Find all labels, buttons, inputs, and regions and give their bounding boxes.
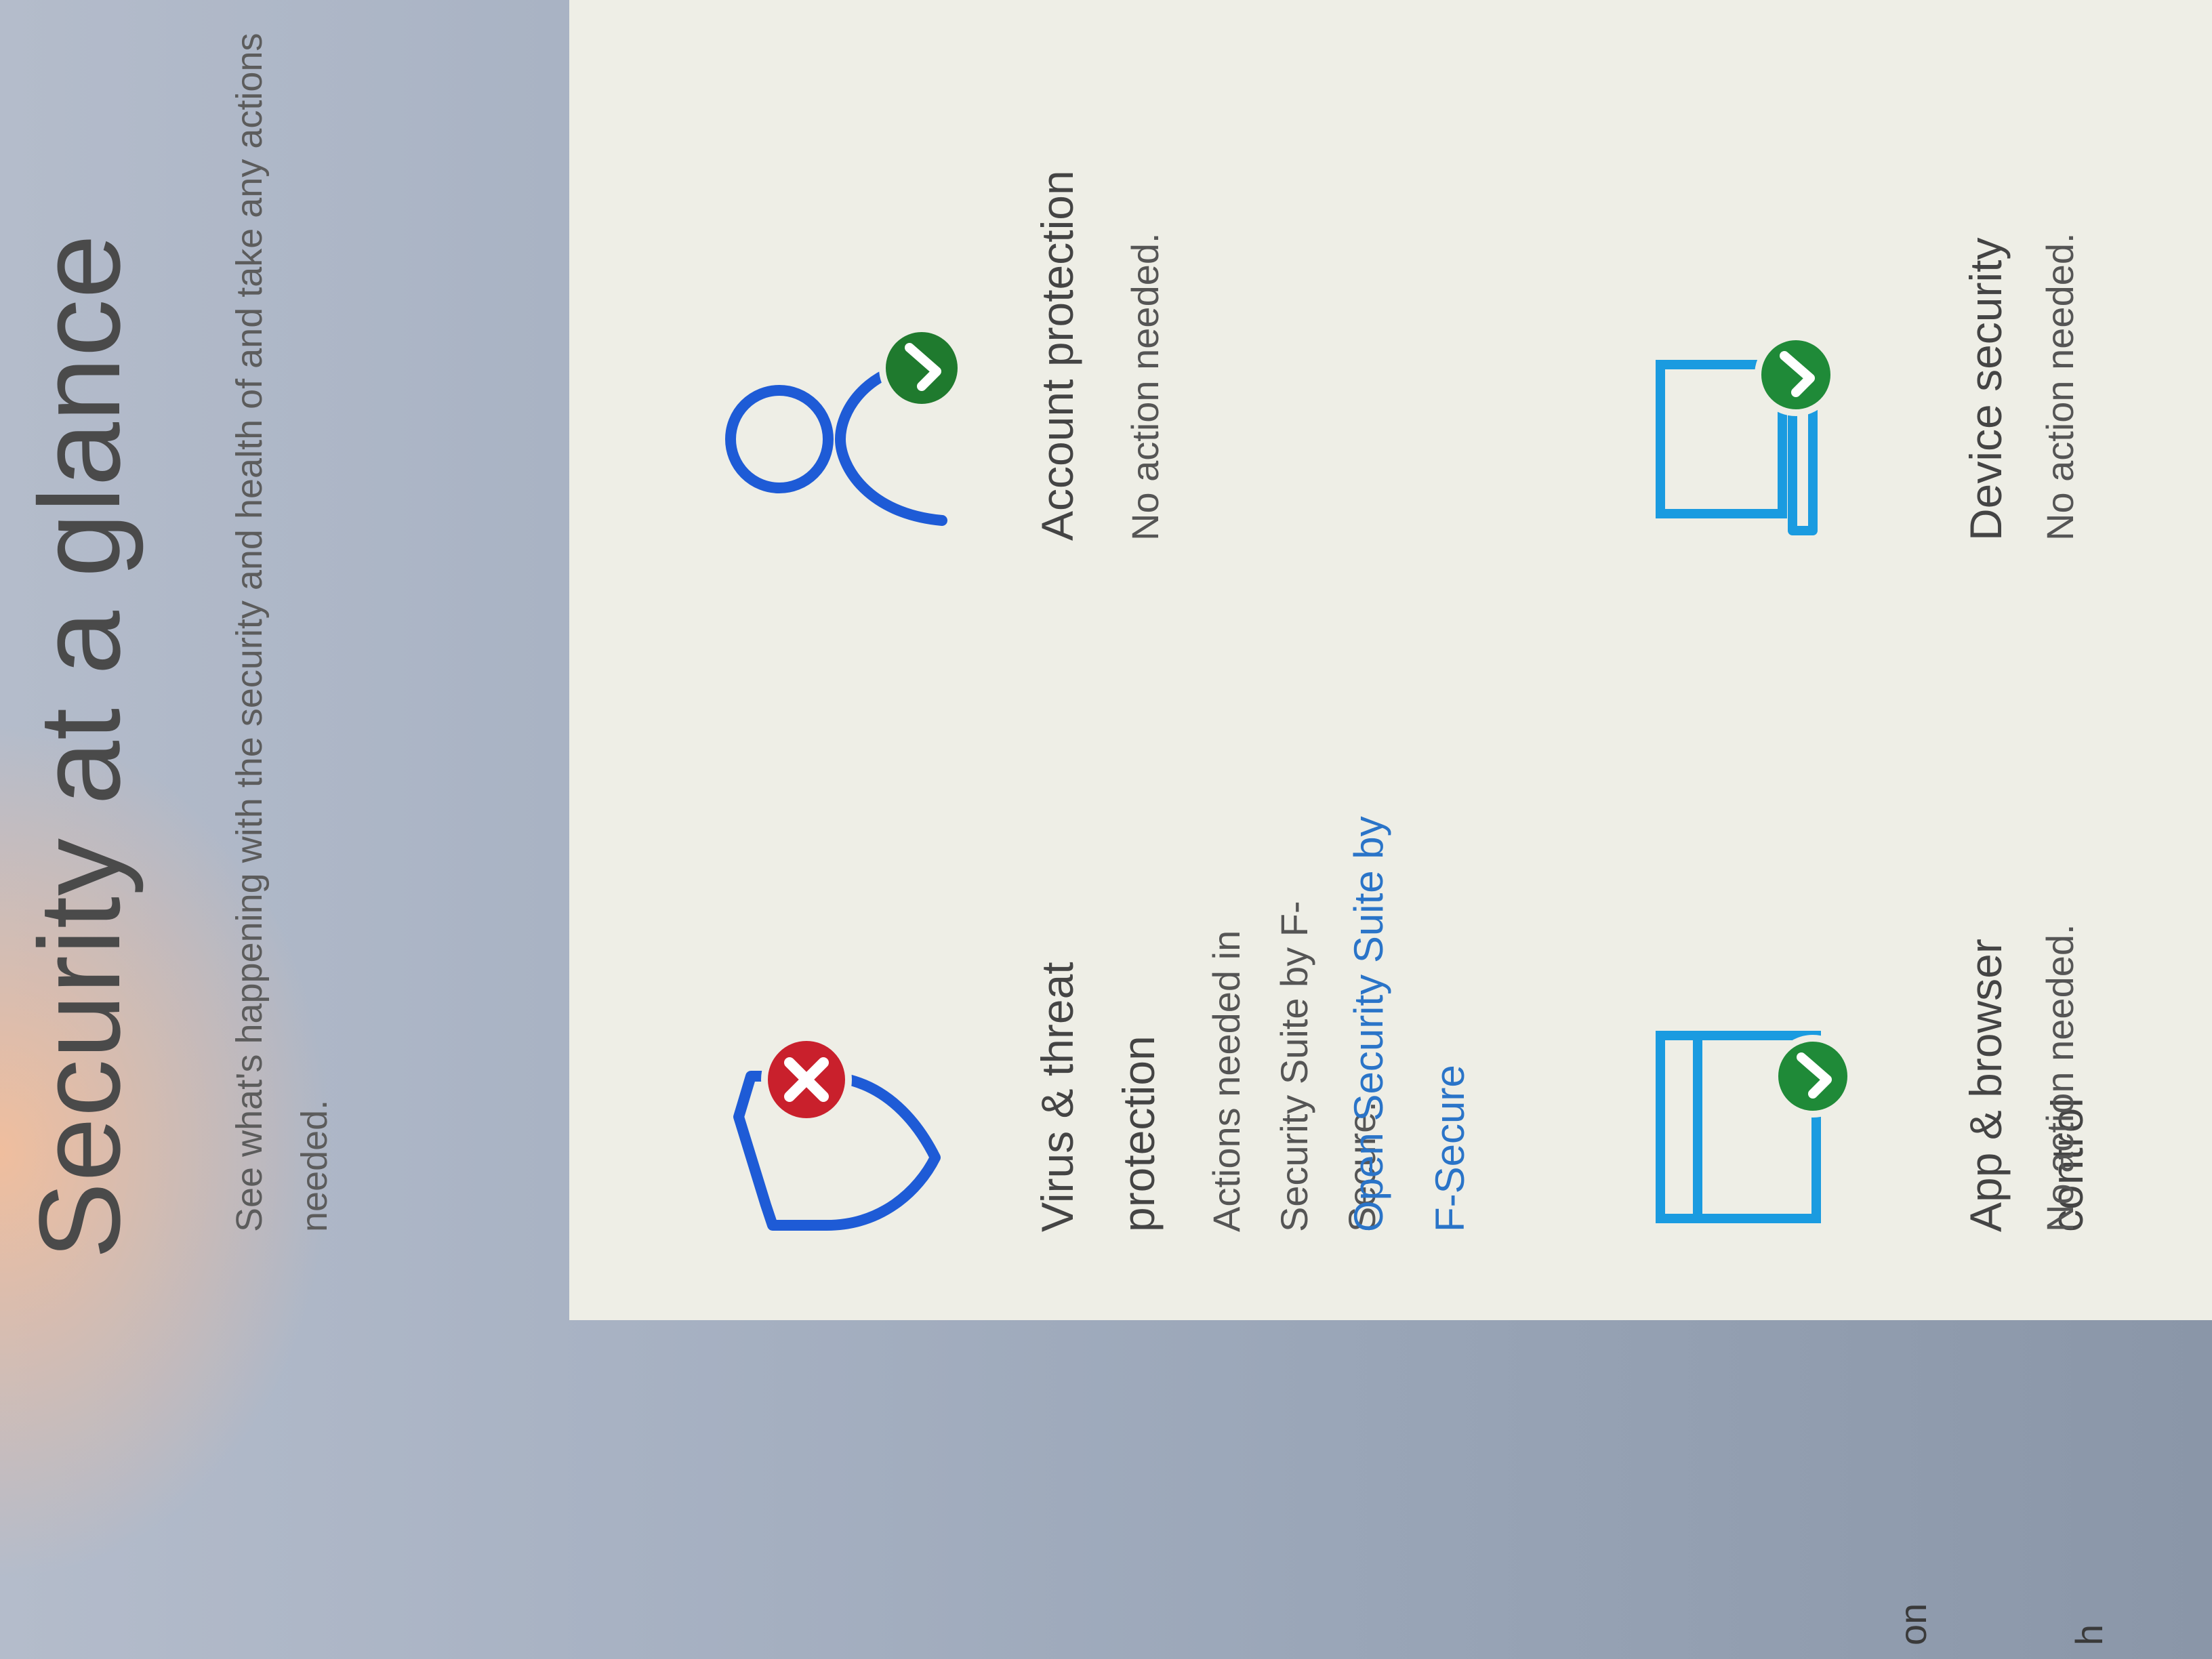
photo-background: on h Security at a glance See what's hap…: [0, 0, 2212, 1659]
tile-title: Account protection: [1032, 170, 1082, 541]
sidebar-item-fragment[interactable]: on: [1891, 1603, 1935, 1645]
check-badge-icon: [1771, 1035, 1854, 1118]
laptop-icon: [1656, 333, 1837, 535]
person-icon: [725, 325, 962, 526]
sidebar-item-fragment[interactable]: h: [2067, 1624, 2111, 1645]
tile-status: No action needed.: [2039, 232, 2081, 541]
check-badge-icon: [1755, 333, 1837, 416]
tile-status: No action needed.: [1124, 232, 1166, 541]
tile-title: Device security: [1961, 237, 2011, 541]
page-title: Security at a glance: [16, 233, 144, 1259]
error-x-badge-icon: [761, 1034, 852, 1125]
check-badge-icon: [879, 325, 962, 411]
tile-title: Virus & threat protection: [1032, 962, 1164, 1232]
browser-window-icon: [1656, 1031, 1854, 1223]
security-tiles-panel: Virus & threat protection Actions needed…: [569, 0, 2212, 1320]
tile-status: No action needed.: [2039, 924, 2081, 1232]
shield-icon: [733, 1034, 941, 1231]
page-subtitle: See what's happening with the security a…: [229, 33, 335, 1232]
open-security-suite-link[interactable]: Open Security Suite by F-Secure: [1328, 812, 1491, 1232]
windows-security-window: on h Security at a glance See what's hap…: [0, 0, 2212, 1659]
